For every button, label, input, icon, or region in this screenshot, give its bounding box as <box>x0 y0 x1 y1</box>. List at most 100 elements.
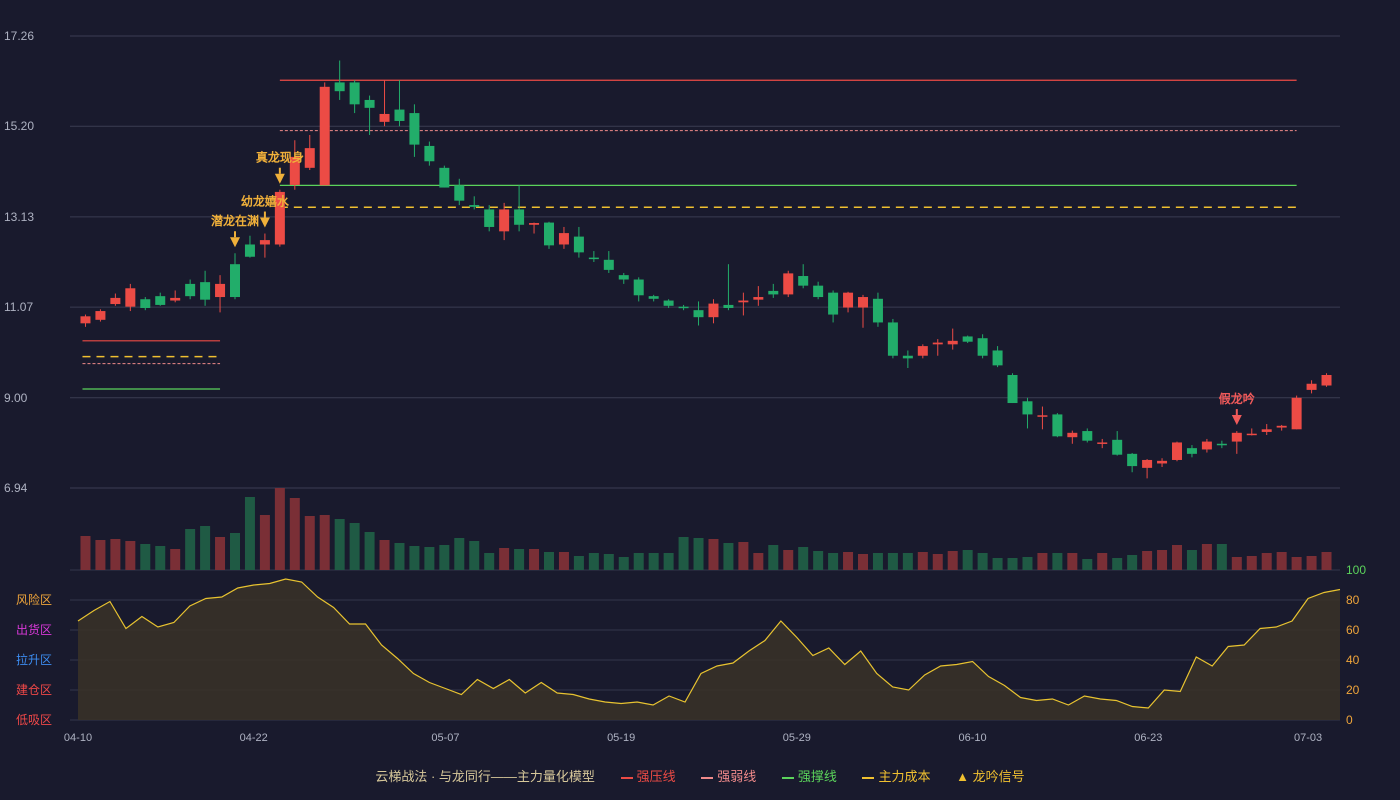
volume-bar <box>364 532 375 570</box>
oscillator-tick-label: 20 <box>1346 683 1360 697</box>
volume-bar <box>1112 558 1123 570</box>
volume-bar <box>753 553 764 570</box>
candle-body <box>1231 432 1242 442</box>
volume-bar <box>887 553 898 570</box>
volume-bar <box>170 549 181 570</box>
volume-bar <box>1261 553 1272 570</box>
volume-bar <box>289 498 300 570</box>
signal-label: 幼龙嬉水 <box>241 194 290 209</box>
candle-body <box>304 148 315 168</box>
candle-body <box>693 310 704 318</box>
volume-bar <box>858 554 868 570</box>
legend-item-signal: ▲ 龙吟信号 <box>956 769 1025 784</box>
price-tick-label: 17.26 <box>4 29 34 43</box>
x-tick-label: 05-29 <box>783 732 811 744</box>
volume-bar <box>409 546 420 570</box>
candle-body <box>185 283 196 297</box>
volume-bar <box>259 515 270 570</box>
volume-bar <box>155 546 166 570</box>
candle-body <box>1112 439 1123 455</box>
candle-body <box>1082 431 1093 441</box>
candle-body <box>588 257 599 260</box>
legend-title: 云梯战法 · 与龙同行——主力量化模型 <box>375 769 595 784</box>
x-tick-label: 05-07 <box>431 732 459 744</box>
candle-body <box>484 209 495 227</box>
zone-label: 出货区 <box>16 622 52 637</box>
candle-body <box>1067 432 1078 438</box>
candle-body <box>529 223 540 225</box>
candle-body <box>678 306 689 309</box>
candle-body <box>1142 459 1153 468</box>
signal-arrow-icon <box>230 237 240 248</box>
candle-body <box>992 350 1003 366</box>
oscillator-tick-label: 60 <box>1346 623 1360 637</box>
volume-bar <box>110 539 121 570</box>
x-tick-label: 04-22 <box>240 732 268 744</box>
candle-body <box>1052 414 1063 437</box>
candle-body <box>140 299 151 308</box>
volume-bar <box>304 516 315 570</box>
volume-bar <box>1127 555 1138 570</box>
candlestick-chart: 17.26 15.20 13.13 11.07 9.00 6.94 0 20 40 60 80 100… <box>4 29 1366 744</box>
candle-body <box>902 355 913 359</box>
volume-bar <box>1246 556 1257 570</box>
candle-body <box>858 297 868 308</box>
volume-bar <box>678 537 689 570</box>
candle-body <box>753 297 764 300</box>
zone-label: 风险区 <box>16 592 52 607</box>
volume-bar <box>1022 557 1033 570</box>
volume-bar <box>618 557 629 570</box>
signal-label: 假龙吟 <box>1219 391 1255 406</box>
volume-bar <box>828 553 839 570</box>
oscillator-tick-label: 100 <box>1346 563 1366 577</box>
volume-bar <box>80 536 91 570</box>
chart-legend: 云梯战法 · 与龙同行——主力量化模型 强压线 强弱线 强撑线 主力成本 ▲ 龙… <box>0 766 1400 785</box>
candle-body <box>259 240 270 245</box>
candle-body <box>663 300 674 306</box>
candle-body <box>932 342 943 345</box>
candle-body <box>813 285 824 298</box>
candle-body <box>1022 401 1033 415</box>
volume-bar <box>244 497 255 570</box>
price-tick-label: 15.20 <box>4 119 34 133</box>
volume-bar <box>783 550 794 570</box>
candle-body <box>917 346 928 356</box>
signal-arrow-icon <box>274 173 285 184</box>
volume-bar <box>723 543 734 570</box>
x-tick-label: 07-03 <box>1294 732 1322 744</box>
volume-bar <box>529 549 540 570</box>
volume-bar <box>1052 553 1063 570</box>
volume-bar <box>394 543 405 570</box>
volume-bar <box>1082 559 1093 570</box>
candle-body <box>1157 460 1168 464</box>
volume-bar <box>215 537 226 570</box>
candle-body <box>394 109 405 121</box>
candle-body <box>828 292 839 315</box>
volume-bar <box>1142 551 1153 570</box>
volume-bar <box>1321 552 1332 570</box>
candle-body <box>439 167 450 188</box>
oscillator-tick-label: 80 <box>1346 593 1360 607</box>
candle-body <box>454 185 465 201</box>
volume-bar <box>274 488 285 570</box>
candle-body <box>633 279 644 296</box>
volume-bar <box>424 547 435 570</box>
oscillator-tick-label: 0 <box>1346 713 1353 727</box>
candle-body <box>768 290 779 295</box>
volume-bar <box>977 553 988 570</box>
volume-bar <box>663 553 674 570</box>
volume-bar <box>768 545 779 570</box>
candle-body <box>244 244 255 257</box>
candle-body <box>1306 383 1317 390</box>
candle-body <box>573 236 584 253</box>
candle-body <box>618 275 629 280</box>
candle-body <box>962 336 973 342</box>
candle-body <box>514 209 525 225</box>
volume-bar <box>1231 557 1242 570</box>
volume-bar <box>484 553 495 570</box>
zone-label: 拉升区 <box>16 652 52 667</box>
candle-body <box>723 304 734 308</box>
volume-bar <box>319 515 330 570</box>
candle-body <box>379 113 390 122</box>
candle-body <box>95 311 106 320</box>
